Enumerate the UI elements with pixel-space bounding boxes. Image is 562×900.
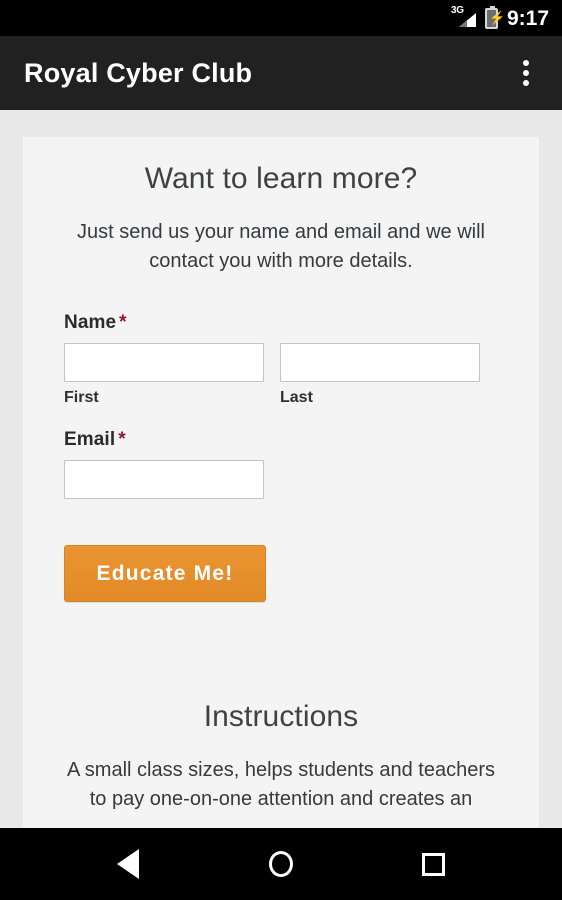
home-glyph xyxy=(268,851,293,877)
lead-paragraph: Just send us your name and email and we … xyxy=(77,221,485,272)
email-input[interactable] xyxy=(64,460,264,499)
name-field-group: Name * First Last xyxy=(64,312,498,407)
instructions-title: Instructions xyxy=(203,700,359,733)
page-title: Want to learn more? xyxy=(144,162,418,195)
name-inputs-row: First Last xyxy=(64,343,498,407)
recents-square-icon[interactable] xyxy=(403,833,465,895)
android-navigation-bar xyxy=(0,828,562,900)
first-name-input[interactable] xyxy=(64,343,264,382)
signal-triangle-empty xyxy=(458,20,467,27)
required-asterisk: * xyxy=(119,312,127,333)
instructions-paragraph: A small class sizes, helps students and … xyxy=(67,759,495,810)
back-glyph xyxy=(117,849,140,879)
first-name-sublabel: First xyxy=(64,389,99,406)
email-field-group: Email * xyxy=(64,429,498,499)
overflow-dot xyxy=(523,80,529,86)
overflow-menu-icon[interactable] xyxy=(508,51,544,95)
email-input-wrapper xyxy=(64,460,264,499)
name-label: Name * xyxy=(64,312,498,334)
charging-bolt-icon: ⚡ xyxy=(488,9,506,25)
home-circle-icon[interactable] xyxy=(250,833,312,895)
content-card: Want to learn more? Just send us your na… xyxy=(23,137,539,828)
email-label-text: Email xyxy=(64,429,116,450)
back-triangle-icon[interactable] xyxy=(97,833,159,895)
last-name-sublabel: Last xyxy=(280,389,313,406)
status-bar-icons: 3G ⚡ 9:17 xyxy=(451,5,549,30)
app-title: Royal Cyber Club xyxy=(24,57,253,88)
first-name-column: First xyxy=(64,343,264,407)
phone-screen: 3G ⚡ 9:17 Royal Cyber Club Want to learn… xyxy=(0,0,562,900)
overflow-dot xyxy=(523,70,529,76)
status-bar-clock: 9:17 xyxy=(506,6,549,30)
instructions-section: Instructions A small class sizes, helps … xyxy=(64,602,498,814)
last-name-column: Last xyxy=(280,343,480,407)
last-name-input[interactable] xyxy=(280,343,480,382)
required-asterisk: * xyxy=(118,429,126,450)
overflow-dot xyxy=(523,60,529,66)
name-label-text: Name xyxy=(64,312,117,333)
status-bar: 3G ⚡ 9:17 xyxy=(0,0,562,36)
email-label: Email * xyxy=(64,429,498,451)
battery-charging-icon: ⚡ xyxy=(484,5,505,29)
contact-form: Name * First Last Email * Educate Me! xyxy=(64,276,498,602)
signal-bars-icon: 3G xyxy=(451,6,476,29)
page-scroll-area[interactable]: Want to learn more? Just send us your na… xyxy=(0,110,562,828)
educate-me-button[interactable]: Educate Me! xyxy=(64,545,266,602)
app-bar: Royal Cyber Club xyxy=(0,36,562,110)
recents-glyph xyxy=(422,852,446,876)
